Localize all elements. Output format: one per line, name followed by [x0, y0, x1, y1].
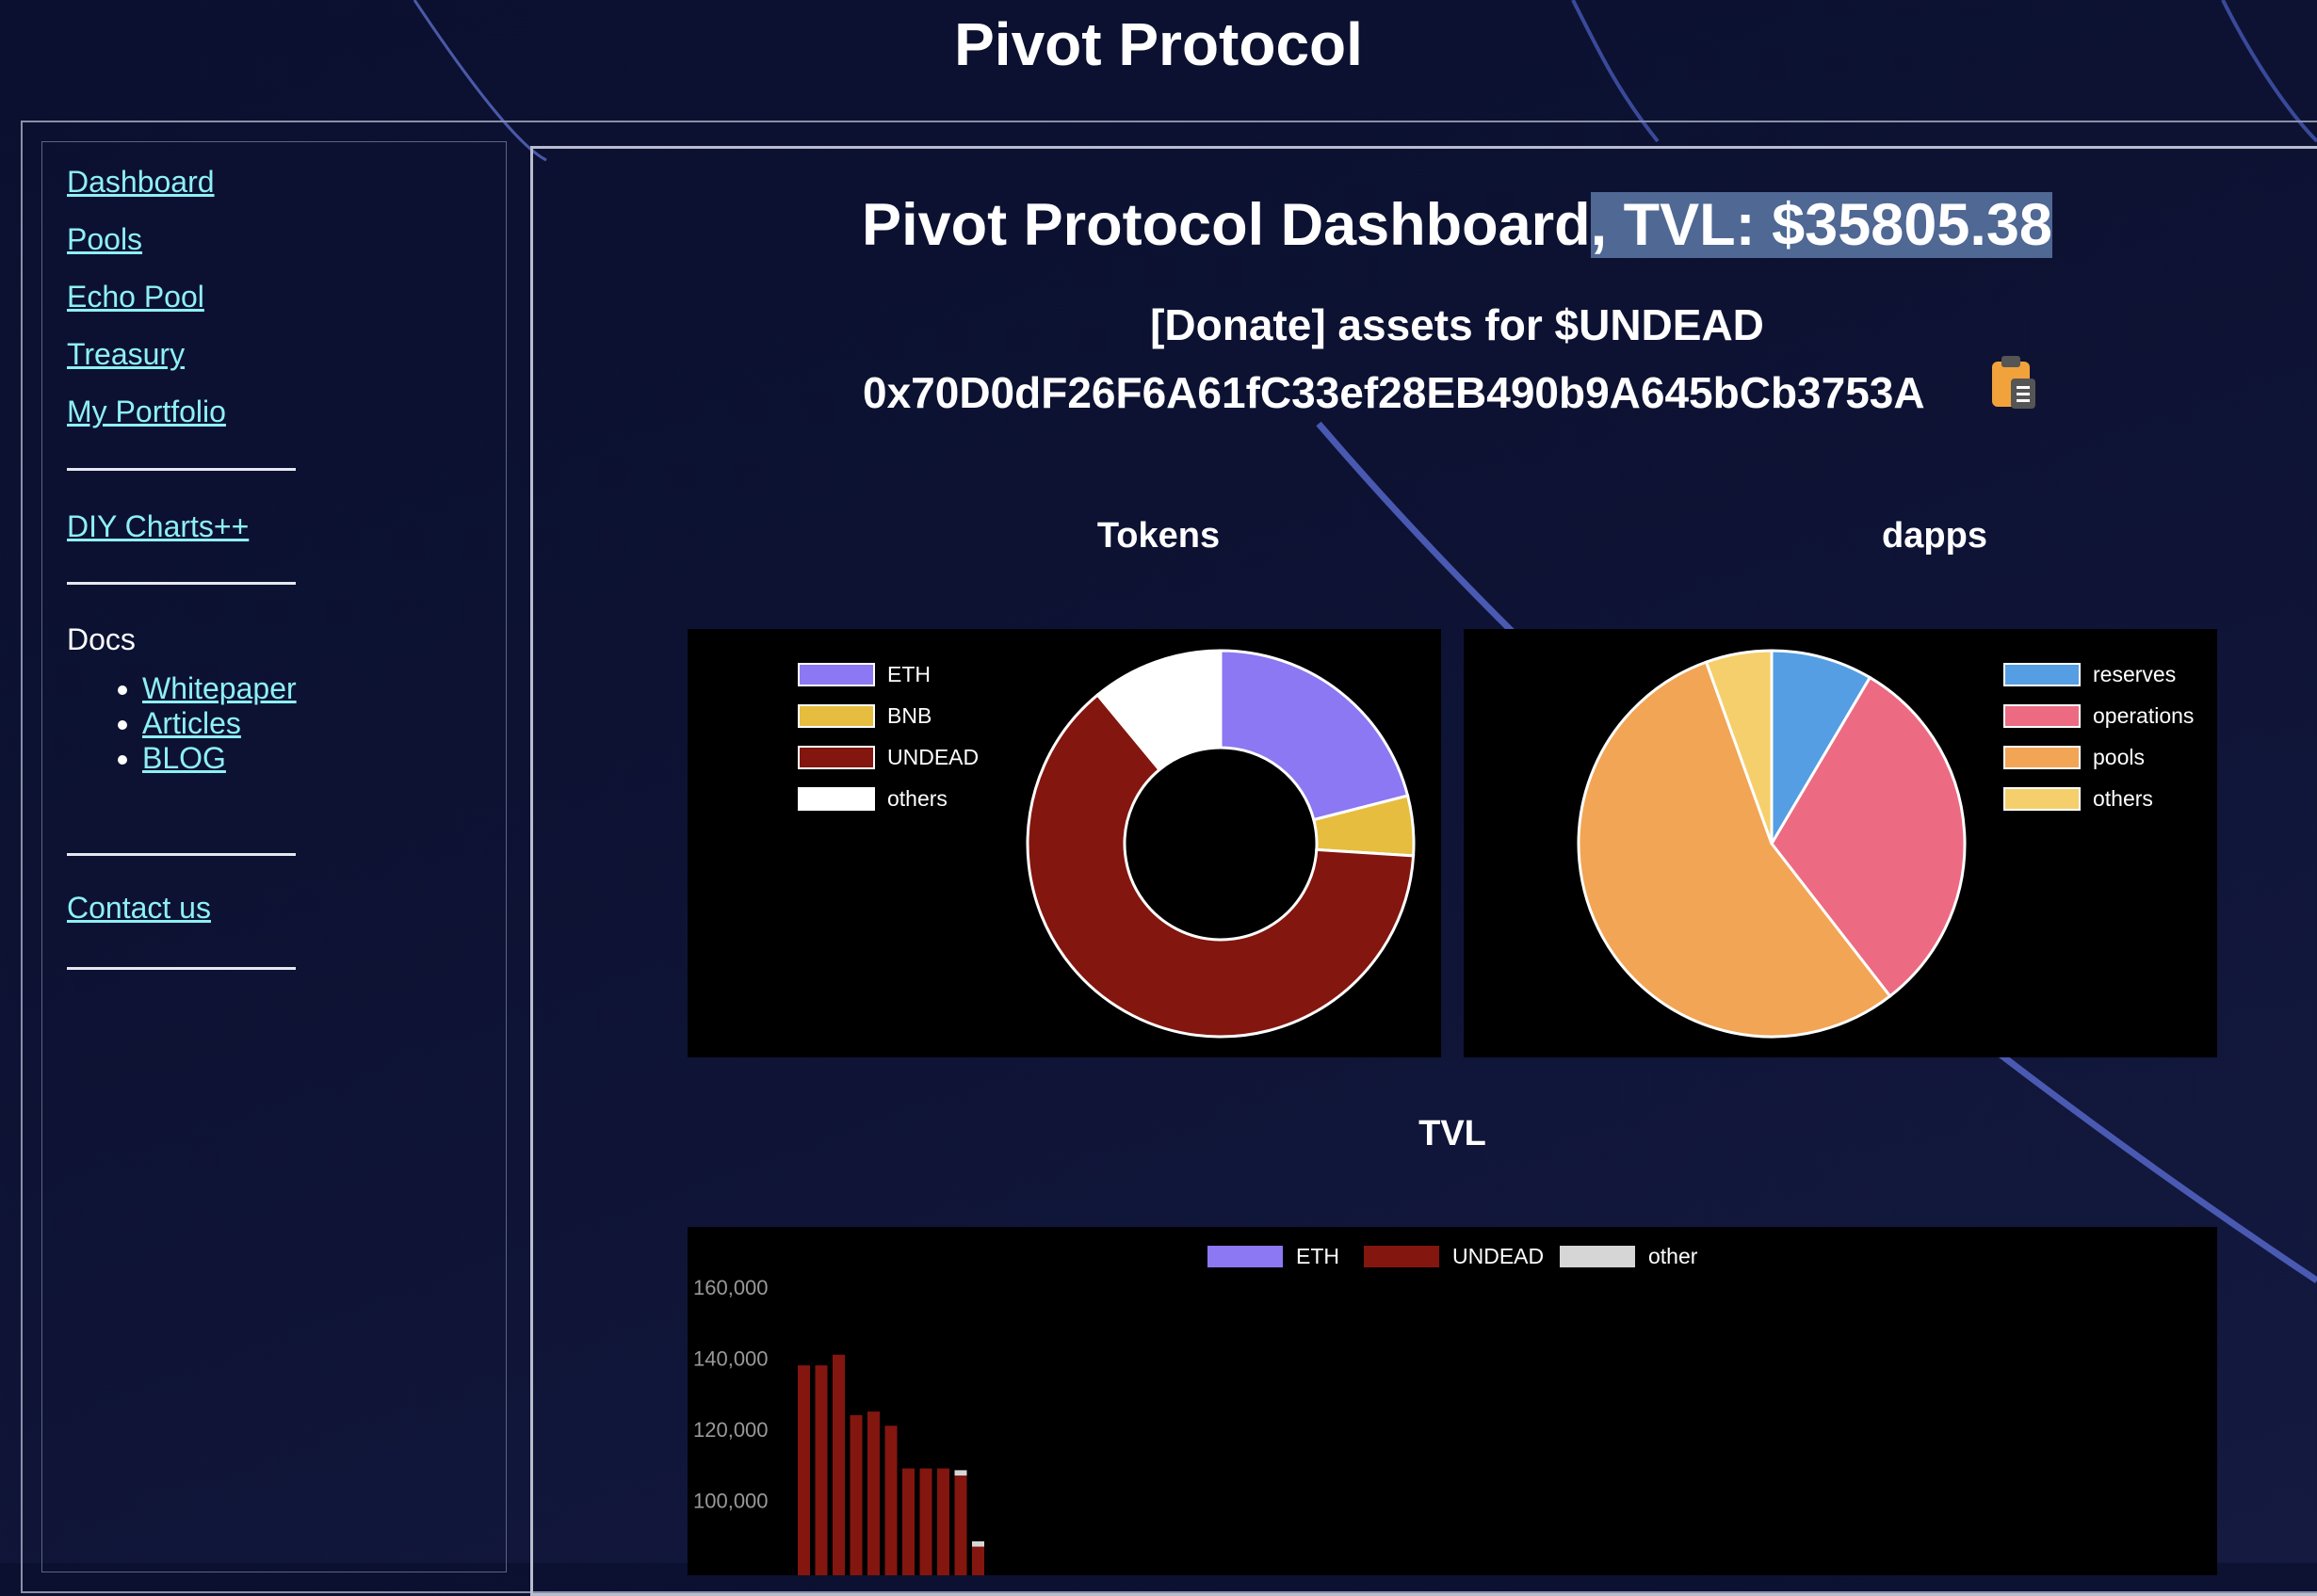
- nav-link-pools[interactable]: Pools: [67, 222, 142, 257]
- nav-divider: [67, 967, 296, 970]
- tvl-y-tick-label: 140,000: [693, 1347, 769, 1371]
- docs-list: Whitepaper Articles BLOG: [112, 671, 297, 776]
- dapps-legend-label[interactable]: pools: [2093, 745, 2145, 769]
- tvl-legend-swatch[interactable]: [1364, 1246, 1439, 1267]
- dapps-chart-svg: reserves operations pools others: [1577, 649, 2194, 1039]
- tvl-chart-svg: ETH UNDEAD other 160,000 140,000 120,000 100,0…: [693, 1244, 1698, 1575]
- dapps-legend-swatch[interactable]: [2003, 787, 2081, 811]
- tokens-legend-swatch[interactable]: [798, 787, 875, 811]
- nav-divider: [67, 853, 296, 856]
- tvl-y-tick-label: 100,000: [693, 1490, 769, 1513]
- tvl-y-tick-label: 120,000: [693, 1418, 769, 1442]
- tvl-bar-undead[interactable]: [867, 1411, 880, 1575]
- docs-list-item: Whitepaper: [142, 671, 297, 706]
- tvl-chart: ETH UNDEAD other 160,000 140,000 120,000 100,0…: [688, 1227, 2217, 1575]
- dapps-legend-label[interactable]: operations: [2093, 703, 2194, 728]
- tokens-legend-label[interactable]: BNB: [887, 703, 932, 728]
- tokens-legend-label[interactable]: ETH: [887, 662, 931, 686]
- tokens-legend-swatch[interactable]: [798, 704, 875, 728]
- tvl-chart-title: TVL: [1418, 1114, 1486, 1153]
- docs-list-item: Articles: [142, 706, 297, 741]
- tvl-bar-undead[interactable]: [884, 1426, 898, 1575]
- tvl-y-tick-label: 160,000: [693, 1276, 769, 1299]
- dapps-chart-title: dapps: [1882, 516, 1987, 556]
- site-title: Pivot Protocol: [954, 10, 1363, 78]
- tvl-bar-undead[interactable]: [833, 1354, 845, 1575]
- tvl-bar-undead[interactable]: [850, 1414, 863, 1575]
- nav-link-contact-us[interactable]: Contact us: [67, 891, 211, 926]
- tvl-bar-undead[interactable]: [972, 1546, 984, 1575]
- tvl-legend-swatch[interactable]: [1207, 1246, 1283, 1267]
- nav-link-dashboard[interactable]: Dashboard: [67, 165, 215, 200]
- tvl-legend-swatch[interactable]: [1560, 1246, 1635, 1267]
- dapps-legend-swatch[interactable]: [2003, 704, 2081, 728]
- donate-address: 0x70D0dF26F6A61fC33ef28EB490b9A645bCb375…: [863, 368, 1925, 417]
- tokens-chart-svg: ETH BNB UNDEAD others: [798, 649, 1416, 1039]
- tokens-legend-label[interactable]: others: [887, 786, 948, 811]
- tvl-legend-label[interactable]: UNDEAD: [1452, 1244, 1544, 1268]
- tvl-bar-undead[interactable]: [798, 1365, 810, 1575]
- nav-link-my-portfolio[interactable]: My Portfolio: [67, 395, 226, 429]
- tokens-legend-swatch[interactable]: [798, 663, 875, 686]
- dapps-legend-label[interactable]: reserves: [2093, 662, 2176, 686]
- tokens-legend-swatch[interactable]: [798, 746, 875, 769]
- docs-list-item: BLOG: [142, 741, 297, 776]
- tvl-bar-undead[interactable]: [815, 1365, 828, 1575]
- tokens-chart-title: Tokens: [1096, 516, 1221, 556]
- tokens-legend-label[interactable]: UNDEAD: [887, 745, 979, 769]
- docs-link-whitepaper[interactable]: Whitepaper: [142, 671, 297, 705]
- sidebar: Dashboard Pools Echo Pool Treasury My Po…: [41, 141, 507, 1572]
- tvl-legend-label[interactable]: ETH: [1296, 1244, 1339, 1268]
- tvl-bar-other[interactable]: [972, 1540, 984, 1547]
- tvl-bar-undead[interactable]: [954, 1475, 967, 1575]
- nav-link-treasury[interactable]: Treasury: [67, 337, 185, 372]
- tvl-value: , TVL: $35805.38: [1590, 192, 2052, 258]
- dapps-chart: reserves operations pools others: [1464, 629, 2217, 1057]
- donate-text[interactable]: [Donate] assets for $UNDEAD: [533, 299, 2317, 350]
- dapps-legend-label[interactable]: others: [2093, 786, 2153, 811]
- tvl-bar-undead[interactable]: [937, 1468, 949, 1575]
- tvl-bar-undead[interactable]: [919, 1468, 932, 1575]
- nav-link-diy-charts[interactable]: DIY Charts++: [67, 509, 249, 544]
- tokens-slice-eth[interactable]: [1219, 649, 1410, 822]
- tvl-legend-label[interactable]: other: [1648, 1244, 1698, 1268]
- docs-link-blog[interactable]: BLOG: [142, 741, 226, 775]
- main-content: Pivot Protocol Dashboard, TVL: $35805.38…: [530, 146, 2317, 1596]
- tvl-bar-undead[interactable]: [902, 1468, 915, 1575]
- dashboard-title-text: Pivot Protocol Dashboard: [862, 192, 1591, 258]
- clipboard-icon[interactable]: [1988, 354, 2037, 411]
- tokens-chart: ETH BNB UNDEAD others: [688, 629, 1441, 1057]
- tvl-bar-other[interactable]: [954, 1470, 967, 1476]
- dapps-legend-swatch[interactable]: [2003, 663, 2081, 686]
- nav-divider: [67, 582, 296, 585]
- dashboard-title: Pivot Protocol Dashboard, TVL: $35805.38: [533, 191, 2317, 259]
- nav-link-echo-pool[interactable]: Echo Pool: [67, 280, 204, 314]
- nav-divider: [67, 468, 296, 471]
- docs-link-articles[interactable]: Articles: [142, 706, 241, 740]
- docs-heading: Docs: [67, 622, 136, 656]
- dapps-legend-swatch[interactable]: [2003, 746, 2081, 769]
